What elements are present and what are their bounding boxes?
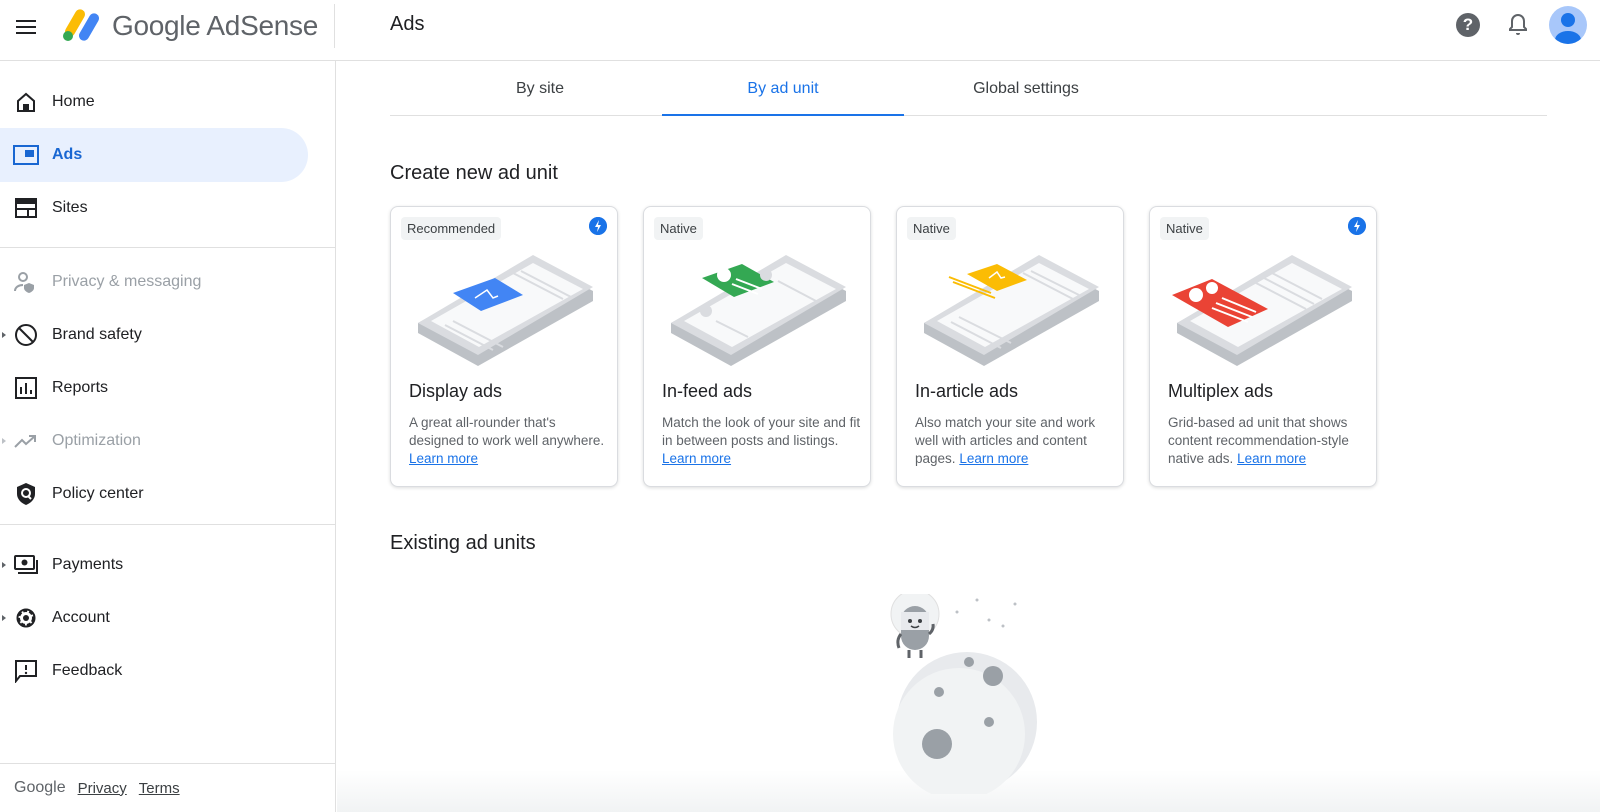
sidebar-nav: Home Ads Sites Privacy & messaging Brand… xyxy=(0,61,336,812)
sidebar-item-label: Optimization xyxy=(52,432,141,449)
bottom-fade xyxy=(337,770,1600,812)
card-description: Match the look of your site and fit in b… xyxy=(662,415,861,466)
expand-caret-icon xyxy=(2,562,6,568)
reports-icon xyxy=(13,375,39,401)
sidebar-item-label: Home xyxy=(52,93,95,110)
tab-by-site[interactable]: By site xyxy=(419,62,661,116)
header-divider xyxy=(334,4,335,48)
tab-by-ad-unit[interactable]: By ad unit xyxy=(662,62,904,116)
learn-more-link[interactable]: Learn more xyxy=(959,451,1028,466)
card-title: Display ads xyxy=(409,381,503,401)
card-description: Also match your site and work well with … xyxy=(915,415,1096,466)
sidebar-footer: Google Privacy Terms xyxy=(0,763,336,812)
trending-icon xyxy=(13,428,39,454)
terms-link[interactable]: Terms xyxy=(139,780,180,797)
amp-bolt-icon xyxy=(1348,217,1366,235)
sidebar-item-feedback[interactable]: Feedback xyxy=(0,644,308,698)
sidebar-item-ads[interactable]: Ads xyxy=(0,128,308,182)
recommended-chip: Recommended xyxy=(401,217,502,240)
home-icon xyxy=(13,89,39,115)
page-title: Ads xyxy=(390,13,425,35)
policy-shield-icon xyxy=(13,481,39,507)
sidebar-item-label: Brand safety xyxy=(52,326,142,343)
account-avatar[interactable] xyxy=(1549,6,1587,44)
sidebar-item-label: Reports xyxy=(52,379,109,396)
ads-icon xyxy=(13,142,39,168)
sidebar-item-optimization[interactable]: Optimization xyxy=(0,414,308,468)
native-chip: Native xyxy=(654,217,703,240)
sidebar-item-label: Privacy & messaging xyxy=(52,273,202,290)
privacy-icon xyxy=(13,269,39,295)
sidebar-item-privacy-messaging[interactable]: Privacy & messaging xyxy=(0,255,308,309)
sidebar-item-label: Sites xyxy=(52,199,88,216)
card-description: A great all-rounder that's designed to w… xyxy=(409,415,605,466)
sites-icon xyxy=(13,195,39,221)
card-title: Multiplex ads xyxy=(1168,381,1274,401)
sidebar-item-home[interactable]: Home xyxy=(0,75,308,129)
privacy-link[interactable]: Privacy xyxy=(78,780,127,797)
gear-icon xyxy=(13,605,39,631)
ads-tabs: By site By ad unit Global settings xyxy=(390,62,1547,116)
feedback-icon xyxy=(13,658,39,684)
in-feed-ads-illustration xyxy=(671,255,846,366)
card-description: Grid-based ad unit that shows content re… xyxy=(1168,415,1349,466)
top-app-bar: Google AdSense Ads ? xyxy=(0,0,1600,61)
bell-icon[interactable] xyxy=(1506,12,1530,38)
sidebar-item-brand-safety[interactable]: Brand safety xyxy=(0,308,308,362)
create-section-title: Create new ad unit xyxy=(390,162,558,184)
card-title: In-article ads xyxy=(915,381,1019,401)
sidebar-item-reports[interactable]: Reports xyxy=(0,361,308,415)
help-icon[interactable]: ? xyxy=(1456,13,1480,37)
adsense-logo xyxy=(63,9,99,41)
in-feed-ads-card[interactable]: Native In-feed ads Match the look of you… xyxy=(643,206,871,487)
sidebar-item-label: Ads xyxy=(52,146,83,163)
sidebar-divider xyxy=(0,524,336,525)
sidebar-item-policy-center[interactable]: Policy center xyxy=(0,467,308,521)
sidebar-item-label: Feedback xyxy=(52,662,123,679)
learn-more-link[interactable]: Learn more xyxy=(1237,451,1306,466)
display-ads-card[interactable]: Recommended Display ads A great all-roun… xyxy=(390,206,618,487)
expand-caret-icon xyxy=(2,332,6,338)
existing-section-title: Existing ad units xyxy=(390,532,536,554)
tab-global-settings[interactable]: Global settings xyxy=(905,62,1147,116)
display-ads-illustration xyxy=(418,255,593,366)
astronaut-on-moon-illustration xyxy=(890,594,1037,794)
learn-more-link[interactable]: Learn more xyxy=(409,451,478,466)
multiplex-ads-card[interactable]: Native Multiplex ads Grid-based ad unit … xyxy=(1149,206,1377,487)
sidebar-item-label: Policy center xyxy=(52,485,144,502)
menu-icon[interactable] xyxy=(14,16,38,40)
sidebar-item-payments[interactable]: Payments xyxy=(0,538,308,592)
google-wordmark: Google xyxy=(14,779,66,796)
native-chip: Native xyxy=(1160,217,1209,240)
block-icon xyxy=(13,322,39,348)
multiplex-ads-illustration xyxy=(1172,255,1352,366)
in-article-ads-card[interactable]: Native In-article ads Also match your si… xyxy=(896,206,1124,487)
payments-icon xyxy=(13,552,39,578)
sidebar-item-account[interactable]: Account xyxy=(0,591,308,645)
amp-bolt-icon xyxy=(589,217,607,235)
brand-name: Google AdSense xyxy=(112,10,318,41)
expand-caret-icon xyxy=(2,615,6,621)
learn-more-link[interactable]: Learn more xyxy=(662,451,731,466)
sidebar-item-sites[interactable]: Sites xyxy=(0,181,308,235)
sidebar-item-label: Payments xyxy=(52,556,124,573)
in-article-ads-illustration xyxy=(924,255,1099,366)
sidebar-divider xyxy=(0,247,336,248)
card-title: In-feed ads xyxy=(662,381,753,401)
native-chip: Native xyxy=(907,217,956,240)
expand-caret-icon xyxy=(2,438,6,444)
sidebar-item-label: Account xyxy=(52,609,110,626)
